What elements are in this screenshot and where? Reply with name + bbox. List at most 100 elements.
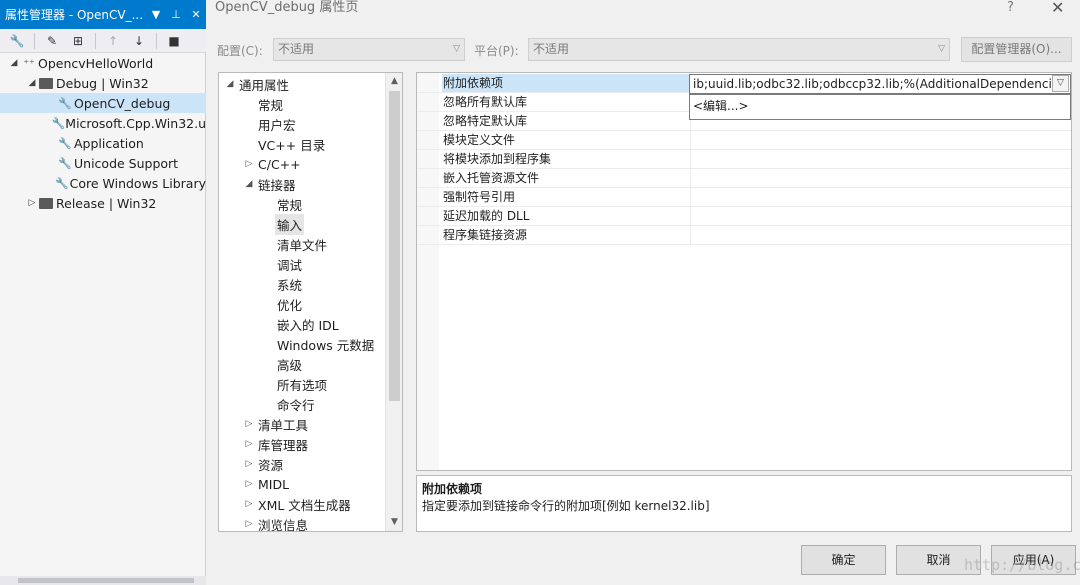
ok-button[interactable]: 确定 [801, 545, 886, 575]
category-item[interactable]: 所有选项 [219, 374, 384, 394]
category-item[interactable]: VC++ 目录 [219, 134, 384, 154]
property-manager-title-bar: 属性管理器 - OpenCV_... ▼ ⊥ ✕ [0, 0, 206, 29]
pm-tree-item-label: OpenCV_debug [74, 95, 171, 111]
expanded-arrow-icon[interactable]: ◢ [26, 78, 38, 88]
category-item[interactable]: 常规 [219, 194, 384, 214]
category-item[interactable]: 嵌入的 IDL [219, 314, 384, 334]
folder-icon [39, 77, 53, 89]
property-row[interactable]: 强制符号引用 [417, 188, 1071, 207]
pm-tree-item[interactable]: 🔧 OpenCV_debug [0, 93, 206, 113]
category-item[interactable]: 系统 [219, 274, 384, 294]
collapsed-arrow-icon[interactable]: ▷ [26, 198, 38, 208]
expanded-arrow-icon[interactable]: ◢ [242, 179, 256, 189]
pm-tree-item[interactable]: ◢ Debug | Win32 [0, 73, 206, 93]
property-value[interactable] [690, 150, 1071, 168]
category-item[interactable]: ◢ 通用属性 [219, 74, 384, 94]
collapsed-arrow-icon[interactable]: ▷ [242, 419, 256, 429]
property-row[interactable]: 延迟加载的 DLL [417, 207, 1071, 226]
collapsed-arrow-icon[interactable]: ▷ [242, 479, 256, 489]
edit-option[interactable]: <编辑...> [693, 97, 749, 114]
pm-tree-item[interactable]: ◢ ⁺⁺ OpencvHelloWorld [0, 53, 206, 73]
additional-dependencies-input[interactable]: ib;uuid.lib;odbc32.lib;odbccp32.lib;%(Ad… [689, 74, 1071, 94]
pm-tree-item-label: Unicode Support [74, 155, 179, 171]
category-item[interactable]: 优化 [219, 294, 384, 314]
add-new-property-sheet-icon[interactable]: ✎ [41, 31, 63, 51]
chevron-down-icon: ▽ [453, 44, 460, 54]
category-item[interactable]: ▷ 库管理器 [219, 434, 384, 454]
pm-tree-item[interactable]: ▷ Release | Win32 [0, 193, 206, 213]
save-icon[interactable]: ■ [163, 31, 185, 51]
help-icon[interactable]: ? [1007, 0, 1014, 15]
expanded-arrow-icon[interactable]: ◢ [223, 79, 237, 89]
category-item[interactable]: ▷ 清单工具 [219, 414, 384, 434]
category-item[interactable]: ▷ MIDL [219, 474, 384, 494]
expanded-arrow-icon[interactable]: ◢ [8, 58, 20, 68]
collapsed-arrow-icon[interactable]: ▷ [242, 439, 256, 449]
collapsed-arrow-icon[interactable]: ▷ [242, 519, 256, 529]
category-item[interactable]: 常规 [219, 94, 384, 114]
scroll-up-icon[interactable]: ▲ [386, 73, 402, 90]
category-item[interactable]: 输入 [219, 213, 384, 235]
toolbar-separator [156, 32, 157, 49]
property-row[interactable]: 模块定义文件 [417, 131, 1071, 150]
scrollbar-thumb[interactable] [18, 578, 194, 583]
wrench-icon: 🔧 [55, 176, 69, 190]
dialog-title: OpenCV_debug 属性页 [215, 0, 359, 15]
collapsed-arrow-icon[interactable]: ▷ [242, 159, 256, 169]
category-item[interactable]: ▷ 资源 [219, 454, 384, 474]
collapsed-arrow-icon[interactable]: ▷ [242, 499, 256, 509]
collapsed-arrow-icon[interactable]: ▷ [242, 459, 256, 469]
category-item[interactable]: 命令行 [219, 394, 384, 414]
category-item-label: 清单工具 [258, 417, 309, 433]
property-value[interactable] [690, 207, 1071, 225]
config-label: 配置(C): [217, 44, 263, 58]
category-item-label: 输入 [275, 213, 305, 235]
property-manager-hscrollbar[interactable] [0, 576, 206, 585]
close-icon[interactable]: ✕ [186, 8, 206, 21]
category-item[interactable]: 调试 [219, 254, 384, 274]
category-item[interactable]: ▷ XML 文档生成器 [219, 494, 384, 514]
property-row[interactable]: 将模块添加到程序集 [417, 150, 1071, 169]
config-manager-button[interactable]: 配置管理器(O)... [961, 37, 1072, 62]
category-item-label: 清单文件 [277, 237, 328, 253]
platform-combo[interactable]: 不适用 ▽ [528, 38, 950, 61]
category-item[interactable]: ▷ C/C++ [219, 154, 384, 174]
category-item[interactable]: 用户宏 [219, 114, 384, 134]
config-combo[interactable]: 不适用 ▽ [273, 38, 465, 61]
properties-wrench-icon[interactable]: 🔧 [6, 31, 28, 51]
property-value[interactable] [690, 169, 1071, 187]
category-item[interactable]: ▷ 浏览信息 [219, 514, 384, 532]
platform-combo-value: 不适用 [533, 42, 570, 56]
category-item-label: 库管理器 [258, 437, 309, 453]
pm-tree-item-label: Debug | Win32 [56, 75, 149, 91]
pm-tree-item-label: Application [74, 135, 144, 151]
property-row[interactable]: 嵌入托管资源文件 [417, 169, 1071, 188]
property-name: 程序集链接资源 [443, 228, 528, 242]
category-vscrollbar[interactable]: ▲ ▼ [385, 73, 402, 531]
pm-tree-item[interactable]: 🔧 Application [0, 133, 206, 153]
property-value[interactable] [690, 131, 1071, 149]
move-up-icon[interactable]: ↑ [102, 31, 124, 51]
scroll-down-icon[interactable]: ▼ [386, 514, 402, 531]
pm-tree-item[interactable]: 🔧 Microsoft.Cpp.Win32.u [0, 113, 206, 133]
description-panel: 附加依赖项 指定要添加到链接命令行的附加项[例如 kernel32.lib] [416, 475, 1072, 532]
category-item[interactable]: 高级 [219, 354, 384, 374]
dropdown-icon[interactable]: ▼ [146, 8, 166, 21]
scrollbar-thumb[interactable] [389, 91, 400, 401]
property-value[interactable] [690, 188, 1071, 206]
pm-tree-item-label: Release | Win32 [56, 195, 157, 211]
property-row[interactable]: 程序集链接资源 [417, 226, 1071, 245]
chevron-down-icon[interactable]: ▽ [1052, 75, 1069, 92]
category-item[interactable]: ◢ 链接器 [219, 174, 384, 194]
pm-tree-item[interactable]: 🔧 Core Windows Library [0, 173, 206, 193]
chevron-down-icon: ▽ [938, 44, 945, 54]
dialog-close-icon[interactable]: ✕ [1051, 0, 1064, 17]
description-title: 附加依赖项 [422, 482, 483, 496]
property-value[interactable] [690, 226, 1071, 244]
add-existing-property-sheet-icon[interactable]: ⊞ [67, 31, 89, 51]
category-item[interactable]: Windows 元数据 [219, 334, 384, 354]
move-down-icon[interactable]: ↓ [128, 31, 150, 51]
category-item[interactable]: 清单文件 [219, 234, 384, 254]
pm-tree-item[interactable]: 🔧 Unicode Support [0, 153, 206, 173]
pin-icon[interactable]: ⊥ [166, 8, 186, 21]
